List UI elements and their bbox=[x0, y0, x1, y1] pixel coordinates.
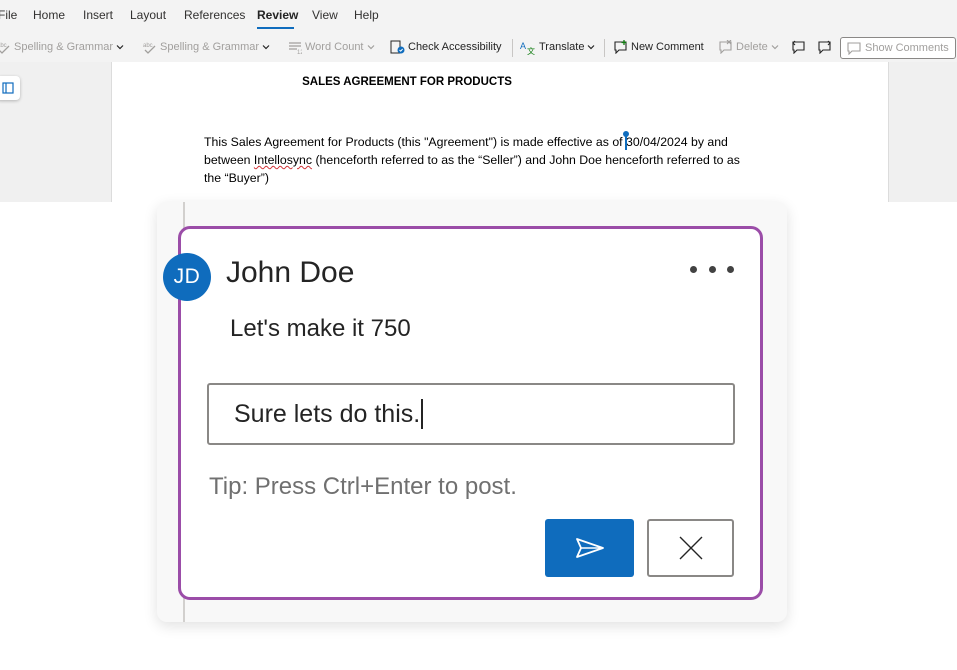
more-options-icon bbox=[690, 265, 697, 273]
show-comments-button[interactable]: Show Comments bbox=[840, 37, 956, 59]
reply-input-value: Sure lets do this. bbox=[234, 399, 421, 428]
chevron-down-icon bbox=[588, 45, 595, 50]
cancel-button[interactable] bbox=[647, 519, 734, 577]
spelling-grammar-button-2[interactable]: abc Spelling & Grammar bbox=[143, 39, 270, 55]
chevron-down-icon bbox=[262, 45, 270, 50]
more-options-icon bbox=[708, 265, 716, 273]
active-tab-indicator bbox=[257, 27, 294, 29]
navigation-pane-button[interactable] bbox=[0, 76, 20, 100]
tab-view[interactable]: View bbox=[312, 8, 338, 22]
paragraph-text: This Sales Agreement for Products (this … bbox=[204, 135, 627, 149]
spelling-grammar-button-1[interactable]: abc Spelling & Grammar bbox=[0, 39, 124, 55]
avatar: JD bbox=[163, 253, 211, 301]
toolbar-divider bbox=[604, 39, 605, 57]
tab-review[interactable]: Review bbox=[257, 8, 298, 22]
document-workspace: SALES AGREEMENT FOR PRODUCTS This Sales … bbox=[0, 62, 957, 202]
delete-comment-icon bbox=[719, 40, 732, 54]
tab-layout[interactable]: Layout bbox=[130, 8, 166, 22]
word-count-label: Word Count bbox=[305, 41, 364, 53]
chevron-down-icon bbox=[367, 45, 374, 50]
close-icon bbox=[679, 536, 702, 560]
tab-home[interactable]: Home bbox=[33, 8, 65, 22]
chevron-down-icon bbox=[771, 45, 779, 50]
comments-pane-icon bbox=[847, 41, 861, 55]
svg-text:文: 文 bbox=[527, 46, 535, 55]
paragraph-text: the “Buyer”) bbox=[204, 171, 269, 185]
paragraph-date: 30/04/2024 by and bbox=[626, 135, 728, 149]
reply-input[interactable]: Sure lets do this. bbox=[207, 383, 735, 445]
document-title: SALES AGREEMENT FOR PRODUCTS bbox=[302, 76, 512, 88]
review-toolbar: abc Spelling & Grammar abc Spelling & Gr… bbox=[0, 32, 957, 62]
word-count-button[interactable]: 123 Word Count bbox=[288, 39, 375, 55]
more-options-button[interactable] bbox=[690, 262, 734, 276]
svg-text:abc: abc bbox=[143, 43, 153, 49]
check-accessibility-button[interactable]: Check Accessibility bbox=[390, 39, 502, 55]
check-accessibility-label: Check Accessibility bbox=[408, 41, 502, 53]
svg-text:abc: abc bbox=[0, 43, 7, 49]
svg-text:123: 123 bbox=[297, 50, 302, 54]
delete-label: Delete bbox=[736, 41, 768, 53]
spelling-icon: abc bbox=[0, 43, 10, 54]
misspelled-word[interactable]: Intellosync bbox=[254, 153, 312, 167]
previous-comment-button[interactable] bbox=[791, 39, 806, 55]
tab-references[interactable]: References bbox=[184, 8, 245, 22]
paragraph-text: (henceforth referred to as the “Seller”)… bbox=[312, 153, 740, 167]
new-comment-icon bbox=[614, 40, 627, 54]
translate-button[interactable]: A文 Translate bbox=[520, 39, 595, 55]
tab-help[interactable]: Help bbox=[354, 8, 379, 22]
toolbar-divider bbox=[512, 39, 513, 57]
word-count-icon: 123 bbox=[289, 42, 302, 54]
text-caret bbox=[421, 399, 424, 429]
post-tip: Tip: Press Ctrl+Enter to post. bbox=[209, 473, 517, 500]
next-comment-button[interactable] bbox=[817, 39, 832, 55]
spelling-icon: abc bbox=[143, 43, 156, 54]
chevron-down-icon bbox=[116, 45, 124, 50]
next-comment-icon bbox=[818, 40, 831, 54]
translate-icon: A文 bbox=[520, 41, 535, 55]
more-options-icon bbox=[727, 265, 734, 273]
accessibility-icon bbox=[390, 40, 405, 53]
previous-comment-icon bbox=[792, 40, 805, 54]
ribbon-tabs: File Home Insert Layout References Revie… bbox=[0, 0, 957, 32]
document-page[interactable]: SALES AGREEMENT FOR PRODUCTS This Sales … bbox=[111, 62, 889, 202]
comment-author: John Doe bbox=[226, 256, 355, 289]
svg-text:A: A bbox=[520, 41, 526, 51]
new-comment-label: New Comment bbox=[631, 41, 704, 53]
spelling-grammar-label-1: Spelling & Grammar bbox=[14, 41, 114, 53]
tab-file[interactable]: File bbox=[0, 8, 17, 22]
paragraph-text: between bbox=[204, 153, 254, 167]
new-comment-button[interactable]: New Comment bbox=[613, 39, 704, 55]
show-comments-label: Show Comments bbox=[865, 42, 949, 54]
tab-insert[interactable]: Insert bbox=[83, 8, 113, 22]
comment-text: Let's make it 750 bbox=[230, 315, 411, 342]
delete-comment-button[interactable]: Delete bbox=[718, 39, 779, 55]
spelling-grammar-label-2: Spelling & Grammar bbox=[160, 41, 260, 53]
send-icon bbox=[575, 538, 604, 558]
navigation-pane-icon bbox=[2, 82, 14, 94]
send-button[interactable] bbox=[545, 519, 634, 577]
document-paragraph[interactable]: This Sales Agreement for Products (this … bbox=[204, 131, 814, 187]
translate-label: Translate bbox=[539, 41, 585, 53]
